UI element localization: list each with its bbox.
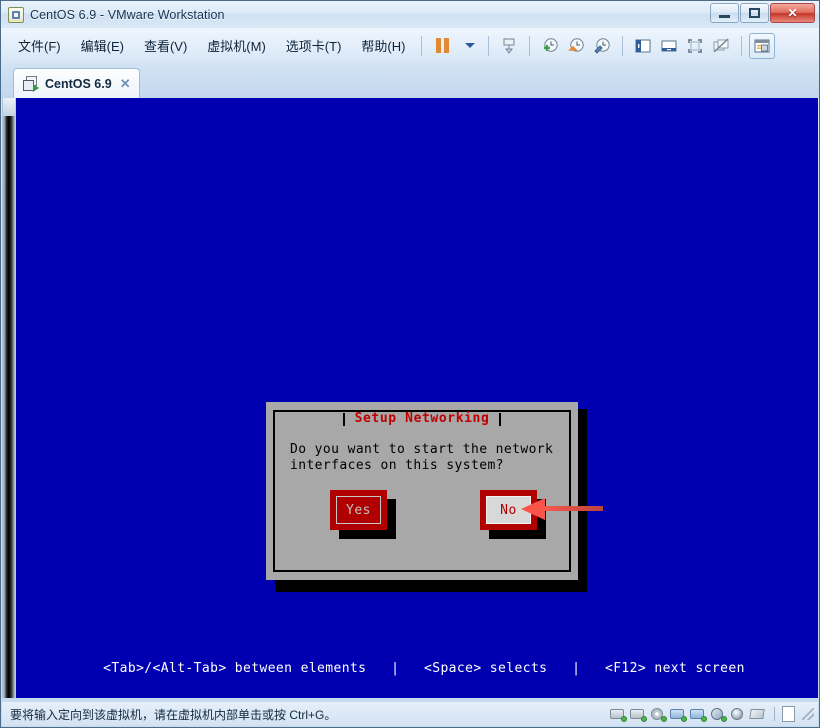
dialog-title: Setup Networking <box>344 412 500 426</box>
console-help-text: <Tab>/<Alt-Tab> between elements | <Spac… <box>103 661 745 676</box>
snapshot-icon <box>503 38 515 54</box>
clock-plus-icon <box>544 37 559 52</box>
status-device-harddisk-1[interactable] <box>610 707 627 722</box>
status-separator <box>774 707 775 721</box>
toolbar-separator <box>488 35 490 56</box>
console-scrollbar[interactable] <box>2 98 16 698</box>
button-face: Yes <box>330 490 387 530</box>
chevron-down-icon <box>464 43 475 48</box>
pause-icon <box>435 38 449 53</box>
close-button[interactable]: ✕ <box>770 3 815 23</box>
toolbar-separator <box>421 35 423 56</box>
dialog-yes-button[interactable]: Yes <box>330 490 396 539</box>
status-device-printer[interactable] <box>749 707 767 722</box>
menu-edit[interactable]: 编辑(E) <box>72 32 133 59</box>
show-thumbnail-bar-button[interactable] <box>656 33 682 59</box>
revert-snapshot-button[interactable] <box>563 33 589 59</box>
fullscreen-icon <box>688 38 703 53</box>
status-message: 要将输入定向到该虚拟机，请在虚拟机内部单击或按 Ctrl+G。 <box>10 707 337 722</box>
window-title: CentOS 6.9 - VMware Workstation <box>30 7 225 22</box>
window-controls: ✕ <box>710 3 815 23</box>
console-view-button[interactable] <box>749 32 776 59</box>
unity-mode-button[interactable] <box>708 33 734 59</box>
setup-networking-dialog: Setup Networking Do you want to start th… <box>266 402 578 580</box>
arrow-head <box>521 498 545 520</box>
maximize-icon <box>749 8 760 18</box>
clock-wrench-icon <box>594 37 611 54</box>
take-snapshot-button[interactable] <box>537 33 563 59</box>
status-bar: 要将输入定向到该虚拟机，请在虚拟机内部单击或按 Ctrl+G。 <box>2 702 818 726</box>
scrollbar-thumb[interactable] <box>3 98 15 116</box>
minimize-button[interactable] <box>710 3 739 23</box>
left-arrow-annotation <box>521 498 603 520</box>
status-device-harddisk-2[interactable] <box>630 707 647 722</box>
menu-bar: 文件(F) 编辑(E) 查看(V) 虚拟机(M) 选项卡(T) 帮助(H) <box>1 28 819 63</box>
tab-centos-69[interactable]: CentOS 6.9 ✕ <box>13 68 140 98</box>
power-dropdown[interactable] <box>455 33 481 59</box>
vmware-workstation-window: CentOS 6.9 - VMware Workstation ✕ 文件(F) … <box>0 0 820 728</box>
thumbnail-bar-icon <box>661 40 677 51</box>
dialog-title-bar: Setup Networking <box>275 411 569 427</box>
show-library-button[interactable] <box>630 33 656 59</box>
sidebar-panel-icon <box>635 39 651 52</box>
menu-view[interactable]: 查看(V) <box>135 32 196 59</box>
status-device-camera[interactable] <box>730 707 747 722</box>
toolbar-separator <box>622 35 624 56</box>
vm-running-icon <box>23 75 39 92</box>
enter-fullscreen-button[interactable] <box>682 33 708 59</box>
tab-label: CentOS 6.9 <box>45 76 112 91</box>
snapshot-manager-button[interactable] <box>496 33 522 59</box>
console-view-icon <box>754 39 770 52</box>
manage-snapshots-button[interactable] <box>589 33 615 59</box>
menu-help[interactable]: 帮助(H) <box>352 32 414 59</box>
minimize-icon <box>719 15 730 18</box>
suspend-button[interactable] <box>429 33 455 59</box>
maximize-button[interactable] <box>740 3 769 23</box>
unity-icon <box>713 37 729 53</box>
status-page-icon[interactable] <box>782 706 795 722</box>
tab-close-icon[interactable]: ✕ <box>120 77 131 90</box>
toolbar-separator <box>529 35 531 56</box>
vm-console[interactable]: Setup Networking Do you want to start th… <box>2 98 818 698</box>
vmware-app-icon <box>8 6 24 23</box>
menu-file[interactable]: 文件(F) <box>9 32 70 59</box>
status-device-sound[interactable] <box>710 707 727 722</box>
resize-grip[interactable] <box>802 708 814 720</box>
status-device-network-1[interactable] <box>670 707 687 722</box>
title-right-nub <box>499 412 502 426</box>
menu-tabs[interactable]: 选项卡(T) <box>277 32 351 59</box>
menu-vm[interactable]: 虚拟机(M) <box>198 32 275 59</box>
title-bar: CentOS 6.9 - VMware Workstation ✕ <box>1 1 819 28</box>
guest-screen[interactable]: Setup Networking Do you want to start th… <box>16 98 818 698</box>
status-device-tray <box>610 706 818 722</box>
status-device-network-2[interactable] <box>690 707 707 722</box>
clock-back-icon <box>568 37 585 52</box>
dialog-message: Do you want to start the network interfa… <box>290 442 554 473</box>
arrow-shaft <box>541 506 603 511</box>
dialog-frame: Setup Networking Do you want to start th… <box>273 410 571 572</box>
toolbar-separator <box>741 35 743 56</box>
status-device-cdrom[interactable] <box>650 707 667 722</box>
dialog-yes-label: Yes <box>336 496 381 524</box>
tab-strip: CentOS 6.9 ✕ <box>1 63 819 98</box>
